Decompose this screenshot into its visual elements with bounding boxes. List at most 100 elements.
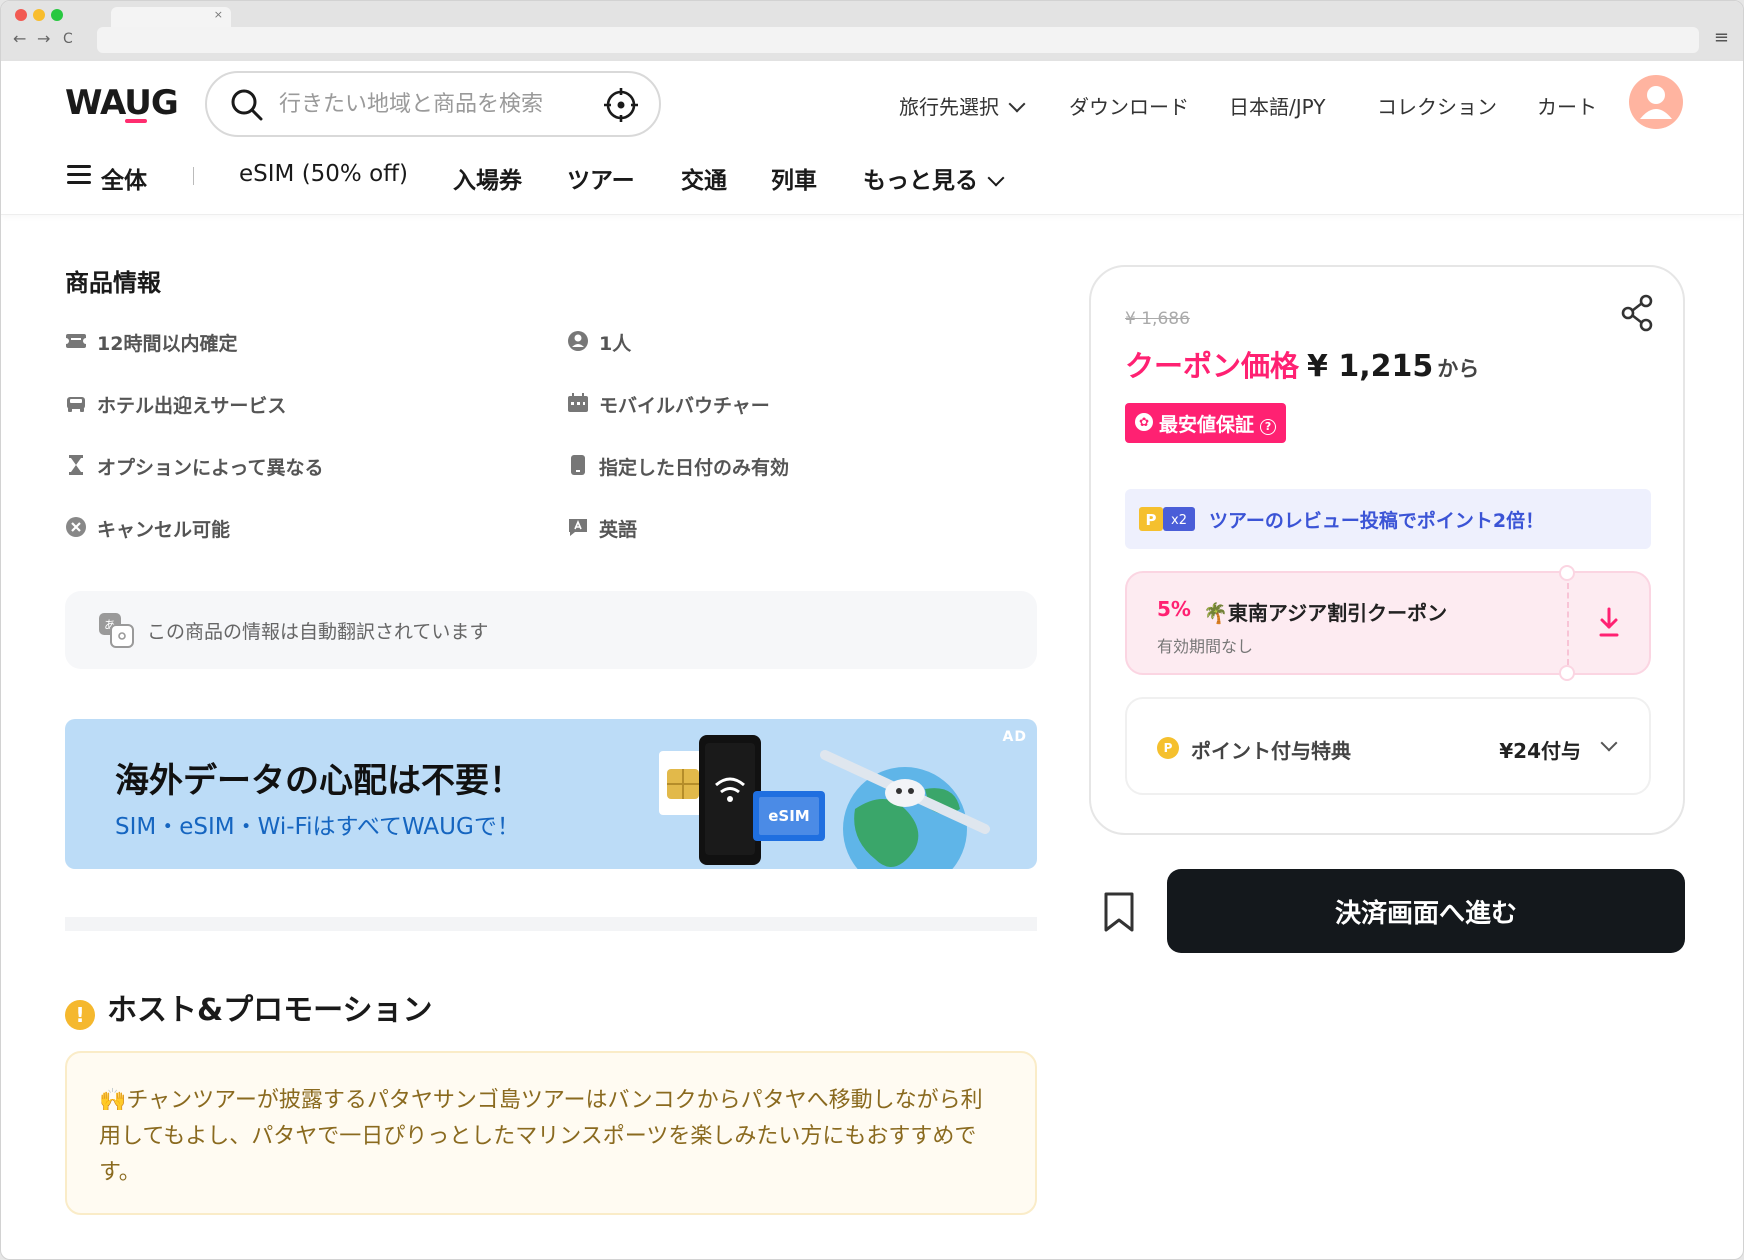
points-double-banner[interactable]: P x2 ツアーのレビュー投稿でポイント2倍！ bbox=[1125, 489, 1651, 549]
window-minimize-dot[interactable] bbox=[33, 9, 45, 21]
search-input[interactable] bbox=[279, 87, 579, 121]
window-maximize-dot[interactable] bbox=[51, 9, 63, 21]
category-transport[interactable]: 交通 bbox=[681, 161, 727, 195]
language-icon bbox=[569, 519, 587, 536]
nav-collection[interactable]: コレクション bbox=[1377, 91, 1497, 120]
ad-label: AD bbox=[1002, 729, 1027, 745]
hourglass-icon bbox=[69, 455, 83, 475]
points-double-text: ツアーのレビュー投稿でポイント2倍！ bbox=[1209, 510, 1545, 532]
person-icon bbox=[568, 331, 588, 351]
browser-tab[interactable]: × bbox=[111, 7, 231, 27]
category-tours[interactable]: ツアー bbox=[567, 161, 635, 195]
category-more-label: もっと見る bbox=[863, 168, 978, 194]
price: ¥ 1,215 bbox=[1307, 349, 1434, 384]
points-reward-row[interactable]: P ポイント付与特典 ¥24付与 bbox=[1125, 697, 1651, 795]
coupon-perforation bbox=[1567, 583, 1569, 665]
download-icon[interactable] bbox=[1597, 607, 1621, 639]
translation-notice: あ この商品の情報は自動翻訳されています bbox=[65, 591, 1037, 669]
price-suffix: から bbox=[1437, 357, 1480, 381]
category-divider bbox=[193, 167, 194, 185]
section-divider bbox=[65, 917, 1037, 931]
coupon-percent: 5% bbox=[1157, 597, 1191, 621]
back-icon[interactable]: ← bbox=[13, 29, 26, 48]
best-price-badge[interactable]: ✿ 最安値保証? bbox=[1125, 403, 1287, 443]
coupon-notch bbox=[1559, 665, 1575, 681]
chevron-down-icon[interactable] bbox=[1600, 734, 1618, 752]
share-icon[interactable] bbox=[1619, 293, 1655, 333]
ticket-icon bbox=[65, 334, 87, 348]
booking-panel: ¥ 1,686 クーポン価格 ¥ 1,215 から ✿ 最安値保証? P x2 ツアー… bbox=[1089, 265, 1685, 835]
best-price-label: 最安値保証 bbox=[1159, 414, 1255, 436]
forward-icon[interactable]: → bbox=[37, 29, 50, 48]
chevron-down-icon bbox=[987, 169, 1005, 187]
address-bar[interactable] bbox=[97, 27, 1699, 53]
info-label: ホテル出迎えサービス bbox=[97, 395, 287, 417]
browser-menu-icon[interactable]: ≡ bbox=[1714, 27, 1729, 48]
ad-subline: SIM・eSIM・Wi-FiはすべてWAUGで！ bbox=[115, 814, 520, 840]
promo-text: 🙌チャンツアーが披露するパタヤサンゴ島ツアーはバンコクからパタヤへ移動しながら利… bbox=[99, 1088, 983, 1185]
promo-box: 🙌チャンツアーが披露するパタヤサンゴ島ツアーはバンコクからパタヤへ移動しながら利… bbox=[65, 1051, 1037, 1215]
category-esim[interactable]: eSIM (50% off) bbox=[239, 161, 408, 187]
ad-banner[interactable]: AD 海外データの心配は不要！ SIM・eSIM・Wi-FiはすべてWAUGで！… bbox=[65, 719, 1037, 869]
calendar-icon bbox=[568, 393, 588, 412]
points-p-letter: P bbox=[1146, 511, 1157, 529]
avatar[interactable] bbox=[1629, 75, 1683, 129]
coupon-card[interactable]: 5% 🌴東南アジア割引クーポン 有効期間なし bbox=[1125, 565, 1651, 681]
points-coin-icon: P bbox=[1157, 737, 1179, 759]
bookmark-icon[interactable] bbox=[1101, 891, 1137, 933]
points-reward-value: ¥24付与 bbox=[1499, 739, 1581, 763]
translation-notice-text: この商品の情報は自動翻訳されています bbox=[147, 621, 489, 643]
locate-icon[interactable] bbox=[603, 87, 639, 123]
tab-close-icon[interactable]: × bbox=[214, 8, 223, 21]
category-all[interactable]: 全体 bbox=[101, 161, 147, 195]
price-row: クーポン価格 ¥ 1,215 から bbox=[1125, 343, 1479, 385]
nav-destination[interactable]: 旅行先選択 bbox=[899, 91, 1026, 120]
phone-icon bbox=[571, 455, 585, 475]
logo-underline bbox=[125, 119, 147, 123]
ad-headline: 海外データの心配は不要！ bbox=[115, 761, 523, 801]
host-title: ! ホスト&プロモーション bbox=[65, 985, 433, 1030]
cancel-circle-icon bbox=[66, 517, 86, 537]
help-icon[interactable]: ? bbox=[1260, 419, 1277, 435]
info-label: 指定した日付のみ有効 bbox=[599, 457, 790, 479]
window-close-dot[interactable] bbox=[15, 9, 27, 21]
category-train[interactable]: 列車 bbox=[771, 161, 817, 195]
reload-icon[interactable]: C bbox=[63, 31, 73, 47]
car-icon bbox=[67, 397, 85, 412]
search-box bbox=[205, 71, 661, 137]
coupon-notch bbox=[1559, 565, 1575, 581]
points-x2-icon: P x2 bbox=[1139, 507, 1195, 531]
nav-download[interactable]: ダウンロード bbox=[1069, 91, 1189, 120]
exclamation-icon: ! bbox=[65, 1000, 95, 1030]
browser-chrome: × ← → C ≡ bbox=[1, 1, 1743, 61]
browser-window: × ← → C ≡ WAUG 旅行先選択 bbox=[0, 0, 1744, 1260]
host-title-label: ホスト&プロモーション bbox=[107, 993, 433, 1028]
product-info-title: 商品情報 bbox=[65, 269, 161, 297]
chevron-down-icon bbox=[1008, 95, 1026, 113]
site-header: WAUG 旅行先選択 ダウンロード 日本語/JPY コレクション カート bbox=[1, 61, 1743, 215]
nav-destination-label: 旅行先選択 bbox=[899, 95, 999, 119]
points-reward-label: ポイント付与特典 bbox=[1191, 739, 1351, 763]
ad-illustration: eSIM bbox=[659, 735, 990, 869]
esim-chip-label: eSIM bbox=[768, 807, 809, 825]
nav-cart[interactable]: カート bbox=[1537, 91, 1597, 120]
user-avatar-icon bbox=[1640, 86, 1672, 119]
info-label: モバイルバウチャー bbox=[599, 395, 770, 417]
category-tickets[interactable]: 入場券 bbox=[453, 161, 522, 195]
checkout-button[interactable]: 決済画面へ進む bbox=[1167, 869, 1685, 953]
coupon-name: 🌴東南アジア割引クーポン bbox=[1203, 601, 1448, 625]
waug-logo[interactable]: WAUG bbox=[65, 83, 179, 123]
coupon-price-label: クーポン価格 bbox=[1125, 349, 1300, 383]
points-x2-label: x2 bbox=[1171, 513, 1187, 528]
coupon-validity: 有効期間なし bbox=[1157, 637, 1254, 656]
original-price: ¥ 1,686 bbox=[1125, 309, 1190, 329]
badge-check-icon: ✿ bbox=[1135, 413, 1153, 431]
info-label: 1人 bbox=[599, 333, 632, 355]
info-label: 12時間以内確定 bbox=[97, 333, 238, 355]
search-icon[interactable] bbox=[229, 87, 265, 123]
category-more[interactable]: もっと見る bbox=[863, 161, 1005, 195]
info-label: 英語 bbox=[599, 519, 638, 541]
info-label: オプションによって異なる bbox=[97, 457, 324, 479]
menu-icon[interactable] bbox=[67, 165, 91, 185]
nav-language[interactable]: 日本語/JPY bbox=[1229, 91, 1325, 120]
